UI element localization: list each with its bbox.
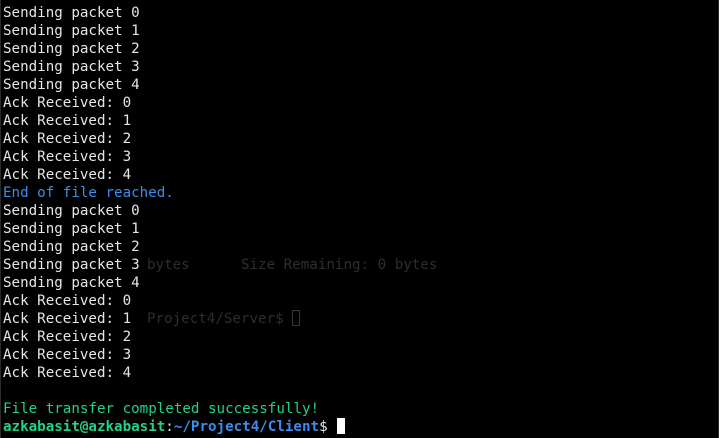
output-line-sending-4-second: Sending packet 4 — [3, 275, 140, 291]
output-line-sending-1-second: Sending packet 1 — [3, 221, 140, 237]
ghost-size-text: bytes Size Remaining: 0 bytes — [147, 257, 438, 273]
output-line-ack-3: Ack Received: 3 — [3, 149, 132, 165]
output-line-sending-3: Sending packet 3 — [3, 59, 140, 75]
output-line-ack-0-second: Ack Received: 0 — [3, 293, 132, 309]
text-cursor-icon[interactable] — [336, 418, 345, 434]
output-line-sending-1: Sending packet 1 — [3, 23, 140, 39]
command-prompt[interactable]: azkabasit@azkabasit:~/Project4/Client$ — [3, 418, 345, 436]
ghost-cursor-icon — [292, 310, 301, 326]
output-line-sending-4: Sending packet 4 — [3, 77, 140, 93]
output-line-ack-3-second: Ack Received: 3 — [3, 347, 132, 363]
output-line-sending-0: Sending packet 0 — [3, 5, 140, 21]
ghost-prompt: Project4/Server$ — [147, 310, 301, 328]
output-line-ack-2-second: Ack Received: 2 — [3, 329, 132, 345]
output-line-ack-1: Ack Received: 1 — [3, 113, 132, 129]
output-line-ack-0: Ack Received: 0 — [3, 95, 132, 111]
output-line-eof: End of file reached. — [3, 185, 174, 201]
output-line-sending-2: Sending packet 2 — [3, 41, 140, 57]
output-line-sending-0-second: Sending packet 0 — [3, 203, 140, 219]
output-line-sending-2-second: Sending packet 2 — [3, 239, 140, 255]
output-line-sending-3-second: Sending packet 3 — [3, 257, 140, 273]
terminal-window[interactable]: bytes Size Remaining: 0 bytes Project4/S… — [0, 0, 719, 438]
prompt-symbol: $ — [319, 419, 328, 435]
output-line-ack-2: Ack Received: 2 — [3, 131, 132, 147]
output-line-ack-4: Ack Received: 4 — [3, 167, 132, 183]
output-line-success: File transfer completed successfully! — [3, 401, 320, 417]
prompt-path: ~/Project4/Client — [173, 419, 320, 435]
output-line-ack-1-second: Ack Received: 1 — [3, 311, 132, 327]
output-line-ack-4-second: Ack Received: 4 — [3, 365, 132, 381]
prompt-user-host: azkabasit@azkabasit — [3, 419, 166, 435]
prompt-separator: : — [165, 419, 174, 435]
ghost-prompt-text: Project4/Server$ — [147, 311, 284, 327]
